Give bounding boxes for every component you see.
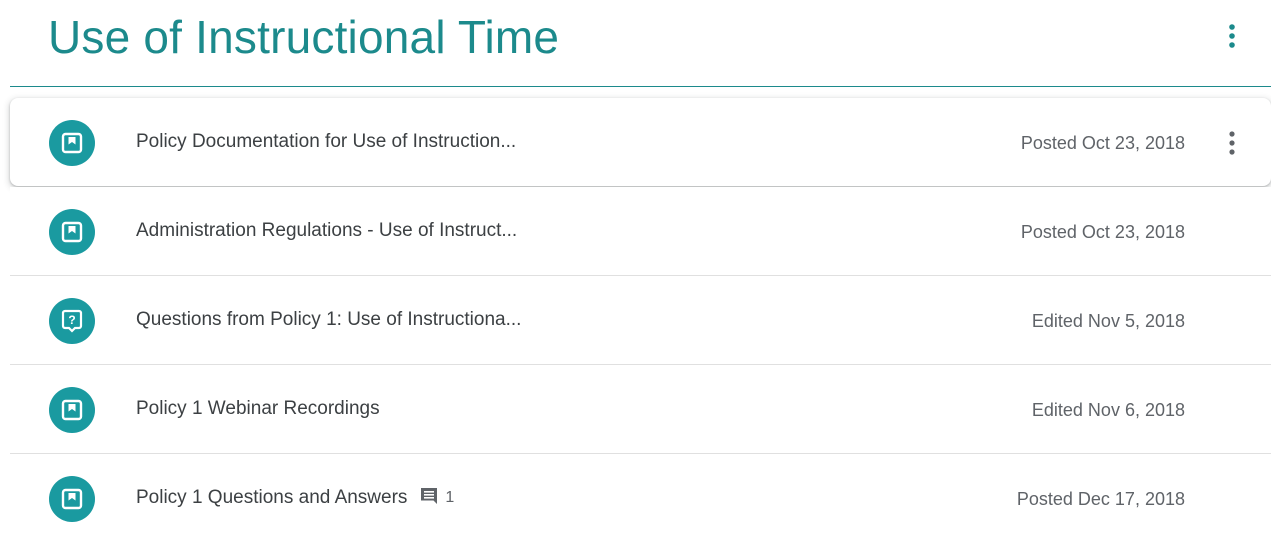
more-vert-icon (1229, 24, 1235, 48)
list-item[interactable]: Policy Documentation for Use of Instruct… (10, 98, 1271, 186)
stream-header: Use of Instructional Time (0, 0, 1271, 88)
item-title: Questions from Policy 1: Use of Instruct… (136, 309, 522, 330)
header-more-options-button[interactable] (1220, 20, 1244, 52)
comment-count: 1 (445, 488, 455, 506)
material-icon (49, 209, 95, 255)
item-title: Policy Documentation for Use of Instruct… (136, 131, 517, 152)
item-title: Administration Regulations - Use of Inst… (136, 220, 518, 241)
page-title: Use of Instructional Time (48, 11, 560, 63)
item-date: Edited Nov 5, 2018 (1031, 311, 1185, 331)
material-icon (49, 476, 95, 522)
header-divider (10, 86, 1271, 87)
material-icon (49, 387, 95, 433)
svg-text:?: ? (68, 313, 75, 327)
item-title: Policy 1 Questions and Answers (136, 487, 408, 508)
list-item[interactable]: Policy 1 Webinar Recordings Edited Nov 6… (10, 365, 1271, 454)
more-vert-icon (1229, 131, 1235, 155)
classwork-list: Policy Documentation for Use of Instruct… (10, 98, 1271, 542)
question-icon: ? (49, 298, 95, 344)
list-item[interactable]: ? Questions from Policy 1: Use of Instru… (10, 276, 1271, 365)
item-date: Posted Dec 17, 2018 (1016, 489, 1185, 509)
item-title-group: Policy 1 Questions and Answers 1 (136, 487, 454, 509)
item-title: Policy 1 Webinar Recordings (136, 398, 380, 419)
item-more-options-button[interactable] (1220, 127, 1244, 159)
item-date: Edited Nov 6, 2018 (1031, 400, 1185, 420)
comment-icon (421, 487, 438, 504)
list-item[interactable]: Policy 1 Questions and Answers 1 Posted … (10, 454, 1271, 542)
item-date: Posted Oct 23, 2018 (1020, 133, 1185, 153)
item-date: Posted Oct 23, 2018 (1020, 222, 1185, 242)
list-item[interactable]: Administration Regulations - Use of Inst… (10, 187, 1271, 276)
material-icon (49, 120, 95, 166)
